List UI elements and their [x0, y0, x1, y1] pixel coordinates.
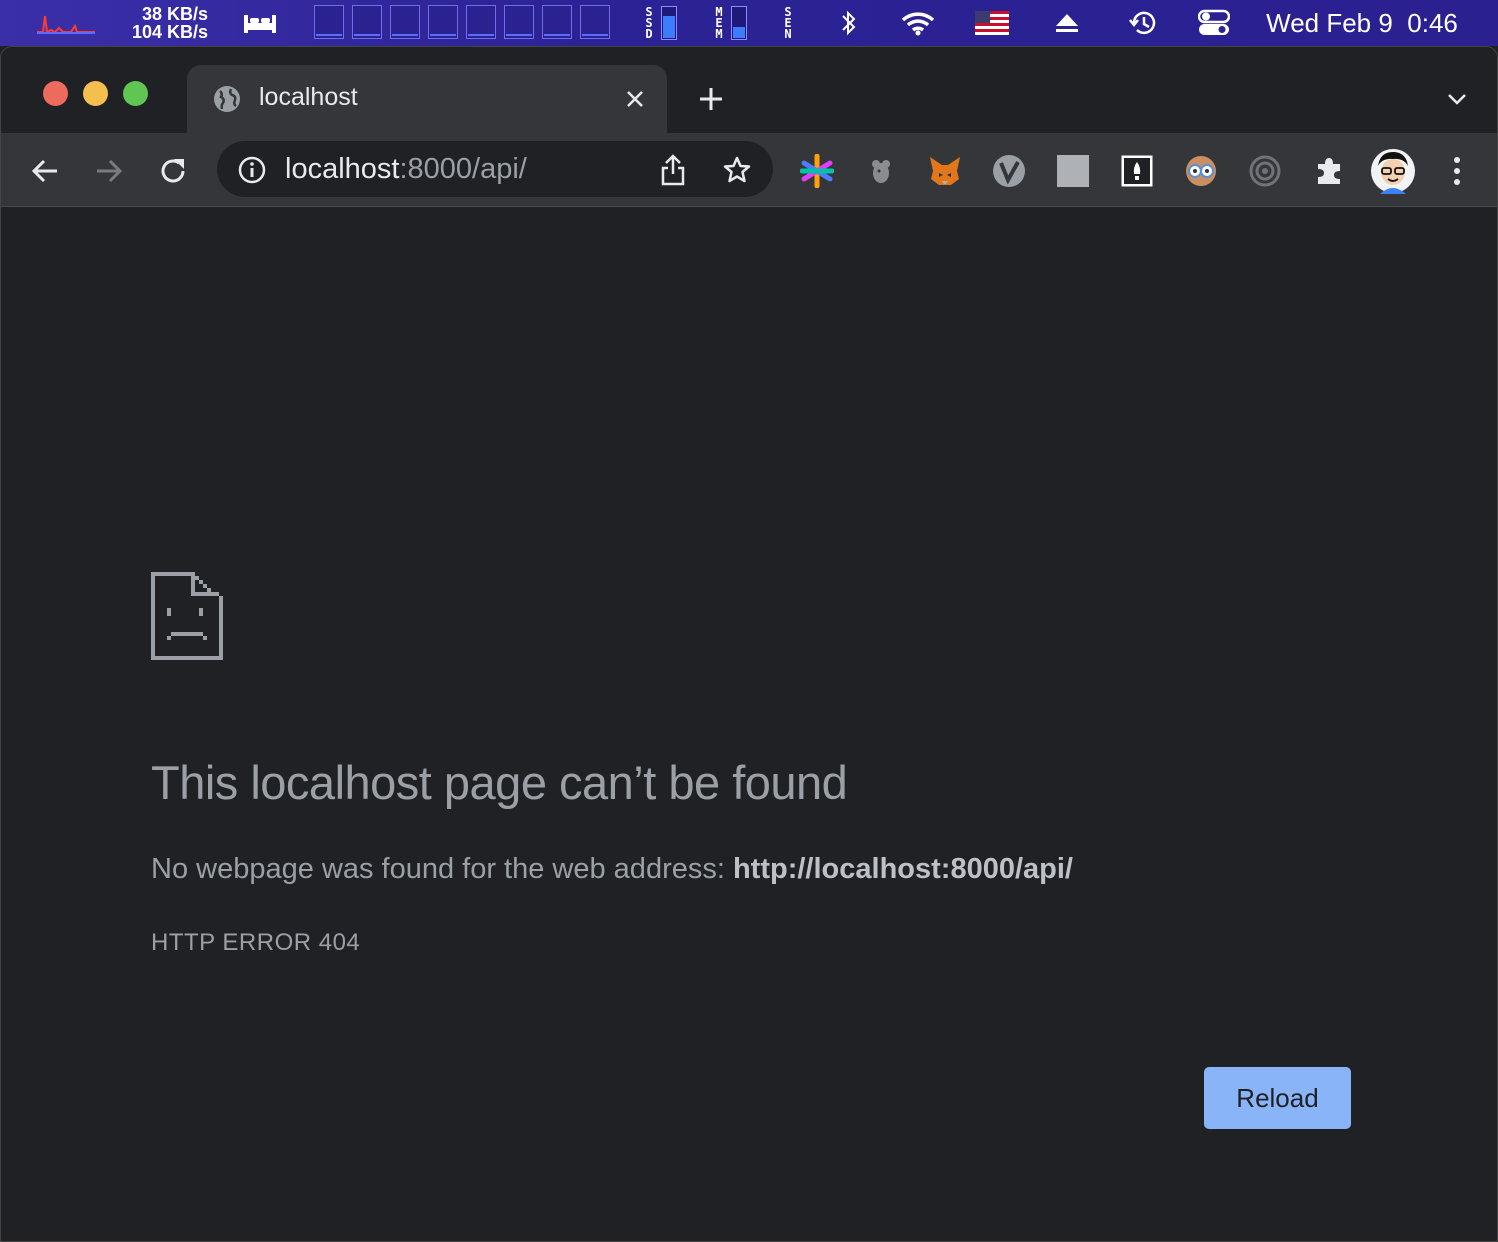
- network-graph-icon[interactable]: [36, 0, 96, 46]
- sad-document-icon: [151, 572, 223, 660]
- net-upload-speed: 38 KB/s: [141, 4, 208, 24]
- eject-icon[interactable]: [1052, 0, 1082, 46]
- sleep-bed-icon[interactable]: [240, 0, 280, 46]
- macos-menubar: 38 KB/s 104 KB/s S S D M E M S E N Wed F…: [0, 0, 1498, 46]
- close-window-button[interactable]: [43, 81, 68, 106]
- globe-icon: [213, 85, 241, 113]
- mem-meter-fill: [733, 26, 745, 38]
- error-description: No webpage was found for the web address…: [151, 853, 1073, 886]
- bluetooth-icon[interactable]: [836, 0, 862, 46]
- glasses-face-extension-icon[interactable]: [1181, 151, 1221, 191]
- error-title: This localhost page can’t be found: [151, 756, 848, 809]
- mem-meter-bar: [731, 6, 747, 40]
- time-machine-icon[interactable]: [1126, 0, 1162, 46]
- network-speed[interactable]: 38 KB/s 104 KB/s: [116, 0, 208, 46]
- cpu-core-8: [580, 5, 610, 39]
- cpu-core-1: [314, 5, 344, 39]
- sensors-icon[interactable]: S E N: [778, 0, 798, 46]
- ssd-meter-icon[interactable]: S S D: [638, 0, 682, 46]
- cpu-core-5: [466, 5, 496, 39]
- browser-toolbar: localhost:8000/api/: [1, 133, 1497, 207]
- camera-lens-extension-icon[interactable]: [1245, 151, 1285, 191]
- rocket-box-extension-icon[interactable]: [1117, 151, 1157, 191]
- error-code: HTTP ERROR 404: [151, 929, 361, 956]
- v-circle-extension-icon[interactable]: [989, 151, 1029, 191]
- tab-strip: localhost: [1, 47, 1497, 133]
- new-tab-icon[interactable]: [693, 81, 729, 117]
- forward-arrow-icon[interactable]: [89, 151, 129, 191]
- share-icon[interactable]: [655, 153, 691, 187]
- ssd-label: S S D: [645, 4, 653, 41]
- sen-label: S E N: [784, 4, 792, 41]
- tab-localhost[interactable]: localhost: [187, 65, 667, 133]
- url-path: :8000/api/: [399, 153, 527, 185]
- site-info-icon[interactable]: [237, 155, 267, 185]
- error-description-text: No webpage was found for the web address…: [151, 853, 733, 885]
- url-host: localhost: [285, 153, 400, 185]
- reload-icon[interactable]: [153, 151, 193, 191]
- memory-meter-icon[interactable]: M E M: [708, 0, 752, 46]
- control-center-icon[interactable]: [1196, 0, 1232, 46]
- tab-title: localhost: [259, 83, 358, 111]
- profile-avatar[interactable]: [1369, 147, 1417, 195]
- address-bar[interactable]: localhost:8000/api/: [217, 141, 773, 197]
- gray-square-extension-icon[interactable]: [1053, 151, 1093, 191]
- cpu-core-3: [390, 5, 420, 39]
- wifi-icon[interactable]: [898, 0, 938, 46]
- cpu-core-6: [504, 5, 534, 39]
- ssd-meter-bar: [661, 6, 677, 40]
- menubar-clock[interactable]: Wed Feb 9 0:46: [1252, 0, 1472, 46]
- error-page: This localhost page can’t be found No we…: [1, 207, 1497, 1241]
- puzzle-extensions-icon[interactable]: [1309, 151, 1349, 191]
- back-arrow-icon[interactable]: [25, 151, 65, 191]
- metamask-fox-icon[interactable]: [925, 151, 965, 191]
- colorful-asterisk-extension-icon[interactable]: [797, 151, 837, 191]
- kebab-menu-icon[interactable]: [1439, 151, 1475, 191]
- tab-search-chevron-down-icon[interactable]: [1441, 85, 1473, 113]
- ssd-meter-fill: [663, 15, 675, 38]
- cpu-core-4: [428, 5, 458, 39]
- cpu-core-7: [542, 5, 572, 39]
- url-text: localhost:8000/api/: [285, 153, 527, 186]
- net-download-speed: 104 KB/s: [131, 22, 208, 42]
- close-tab-icon[interactable]: [621, 85, 649, 113]
- zoom-window-button[interactable]: [123, 81, 148, 106]
- cpu-core-2: [352, 5, 382, 39]
- bookmark-star-icon[interactable]: [719, 153, 755, 187]
- minimize-window-button[interactable]: [83, 81, 108, 106]
- us-flag-icon[interactable]: [974, 0, 1010, 46]
- error-url: http://localhost:8000/api/: [732, 853, 1073, 885]
- browser-window: localhost localhost:8000/api/ This local…: [0, 46, 1498, 1242]
- mouse-extension-icon[interactable]: [861, 151, 901, 191]
- reload-button[interactable]: Reload: [1204, 1067, 1351, 1129]
- mem-label: M E M: [715, 4, 723, 41]
